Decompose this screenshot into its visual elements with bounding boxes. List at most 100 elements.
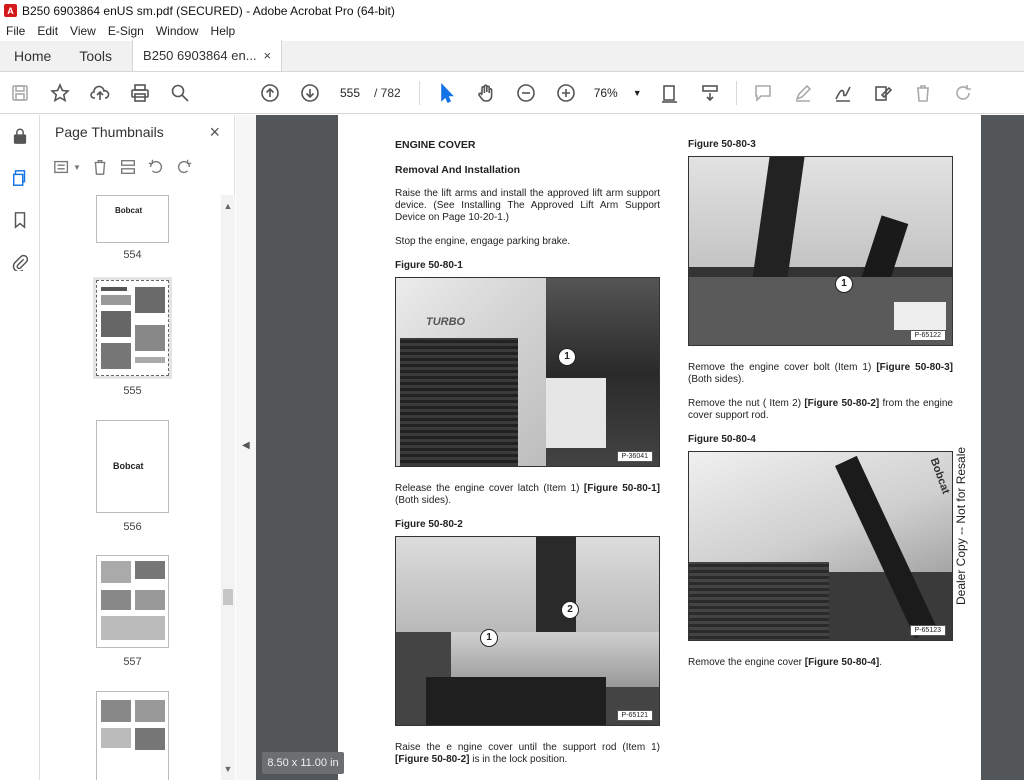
menu-help[interactable]: Help	[211, 24, 236, 38]
next-page-icon[interactable]	[290, 72, 330, 114]
paragraph: Remove the engine cover [Figure 50-80-4]…	[688, 657, 953, 669]
menu-edit[interactable]: Edit	[37, 24, 58, 38]
photo-id-tag: P-65122	[909, 330, 946, 341]
panel-close-icon[interactable]: ×	[209, 122, 220, 143]
panel-title: Page Thumbnails	[55, 124, 164, 140]
section-subtitle: Removal And Installation	[395, 164, 521, 176]
thumbnail-image	[135, 287, 165, 313]
rotate-icon[interactable]	[943, 72, 983, 114]
photo-region	[689, 562, 829, 640]
undo-icon[interactable]	[147, 158, 165, 176]
photo-region	[689, 157, 952, 267]
zoom-out-icon[interactable]	[506, 72, 546, 114]
text-run: Release the engine cover latch (Item 1)	[395, 483, 584, 494]
page-thumbnails-icon[interactable]	[0, 157, 40, 199]
thumbnail-image	[101, 343, 131, 369]
zoom-in-icon[interactable]	[546, 72, 586, 114]
document-viewport[interactable]: ENGINE COVER Removal And Installation Ra…	[256, 115, 1024, 780]
delete-page-icon[interactable]	[91, 158, 109, 176]
photo-id-tag: P-65123	[909, 625, 946, 636]
paragraph: Raise the e ngine cover until the suppor…	[395, 742, 660, 766]
hand-tool-icon[interactable]	[466, 72, 506, 114]
figure-photo-engine-latch: TURBO 1 P-36041	[395, 277, 660, 467]
text-run-bold: [Figure 50-80-3]	[876, 362, 953, 373]
highlight-pen-icon[interactable]	[783, 72, 823, 114]
text-run-bold: [Figure 50-80-1]	[583, 483, 660, 494]
thumbnail-content	[101, 287, 127, 291]
select-pointer-icon[interactable]	[426, 72, 466, 114]
text-run-bold: [Figure 50-80-4]	[804, 657, 880, 668]
delete-icon[interactable]	[903, 72, 943, 114]
thumbnail-page-554[interactable]: Bobcat	[96, 195, 169, 243]
text-run: Remove the engine cover bolt (Item 1)	[688, 362, 877, 373]
upload-cloud-icon[interactable]	[80, 72, 120, 114]
text-run-bold: [Figure 50-80-2]	[395, 754, 470, 765]
section-title: ENGINE COVER	[395, 139, 476, 151]
thumbnail-label: 554	[123, 249, 142, 261]
thumbnail-page-558[interactable]	[96, 691, 169, 780]
lock-icon[interactable]	[0, 115, 40, 157]
callout-marker: 2	[561, 601, 579, 619]
menu-view[interactable]: View	[70, 24, 96, 38]
print-icon[interactable]	[120, 72, 160, 114]
menu-file[interactable]: File	[6, 24, 25, 38]
paragraph: Release the engine cover latch (Item 1) …	[395, 483, 660, 507]
figure-photo-cover-bolt: 1 P-65122	[688, 156, 953, 346]
menu-bar: File Edit View E-Sign Window Help	[0, 21, 1024, 41]
figure-label: Figure 50-80-4	[688, 434, 756, 445]
text-run: is in the lock position.	[469, 754, 568, 765]
thumbnail-scrollbar[interactable]: ▲ ▼	[221, 195, 235, 780]
paragraph: Stop the engine, engage parking brake.	[395, 236, 571, 247]
page-number-input[interactable]: 555	[330, 81, 370, 104]
tab-close-icon[interactable]: ×	[263, 48, 271, 63]
thumbnail-page-556[interactable]: Bobcat	[96, 420, 169, 513]
thumbnail-list: Bobcat 554 555 Bobcat 556 557	[41, 195, 221, 780]
text-run: .	[879, 657, 882, 668]
thumbnail-page-557[interactable]	[96, 555, 169, 648]
text-run: (Both sides).	[688, 374, 745, 385]
toolbar-divider	[735, 80, 737, 105]
thumbnail-image	[135, 325, 165, 351]
attachment-icon[interactable]	[0, 241, 40, 283]
tab-document-label: B250 6903864 en...	[143, 48, 257, 63]
panel-collapse-handle[interactable]: ◀	[236, 115, 256, 780]
save-icon[interactable]	[0, 72, 40, 114]
bookmark-star-icon[interactable]	[40, 72, 80, 114]
thumbnail-options-icon[interactable]	[53, 158, 71, 176]
scrolling-mode-icon[interactable]	[690, 72, 730, 114]
tab-tools[interactable]: Tools	[65, 40, 126, 71]
thumbnail-page-555[interactable]	[93, 277, 172, 379]
photo-grille	[400, 338, 518, 466]
scrollbar-thumb[interactable]	[223, 589, 233, 605]
menu-esign[interactable]: E-Sign	[108, 24, 144, 38]
text-run: Remove the nut ( Item 2)	[688, 398, 805, 409]
sign-icon[interactable]	[823, 72, 863, 114]
thumbnail-content	[135, 357, 165, 363]
chevron-down-icon[interactable]: ▼	[73, 163, 81, 172]
main-toolbar: 555 / 782 76% ▼	[0, 72, 1024, 114]
figure-photo-support-rod: 2 1 P-65121	[395, 536, 660, 726]
photo-region	[689, 452, 952, 572]
photo-id-tag: P-65121	[616, 710, 653, 721]
thumbnail-content	[101, 728, 131, 748]
edit-document-icon[interactable]	[863, 72, 903, 114]
extract-page-icon[interactable]	[119, 158, 137, 176]
comment-icon[interactable]	[743, 72, 783, 114]
bookmark-icon[interactable]	[0, 199, 40, 241]
figure-label: Figure 50-80-2	[395, 519, 463, 530]
zoom-dropdown[interactable]: 76% ▼	[590, 82, 646, 104]
menu-window[interactable]: Window	[156, 24, 199, 38]
tab-home[interactable]: Home	[0, 40, 65, 71]
thumbnail-image	[135, 700, 165, 722]
scroll-up-icon[interactable]: ▲	[221, 199, 235, 213]
thumbnail-logo: Bobcat	[115, 206, 143, 215]
photo-region	[546, 378, 606, 448]
tab-document[interactable]: B250 6903864 en... ×	[132, 40, 283, 71]
dealer-copy-watermark: Dealer Copy -- Not for Resale	[954, 446, 968, 605]
redo-icon[interactable]	[175, 158, 193, 176]
previous-page-icon[interactable]	[250, 72, 290, 114]
scroll-down-icon[interactable]: ▼	[221, 762, 235, 776]
acrobat-icon: A	[4, 4, 17, 17]
search-icon[interactable]	[160, 72, 200, 114]
page-fit-icon[interactable]	[650, 72, 690, 114]
